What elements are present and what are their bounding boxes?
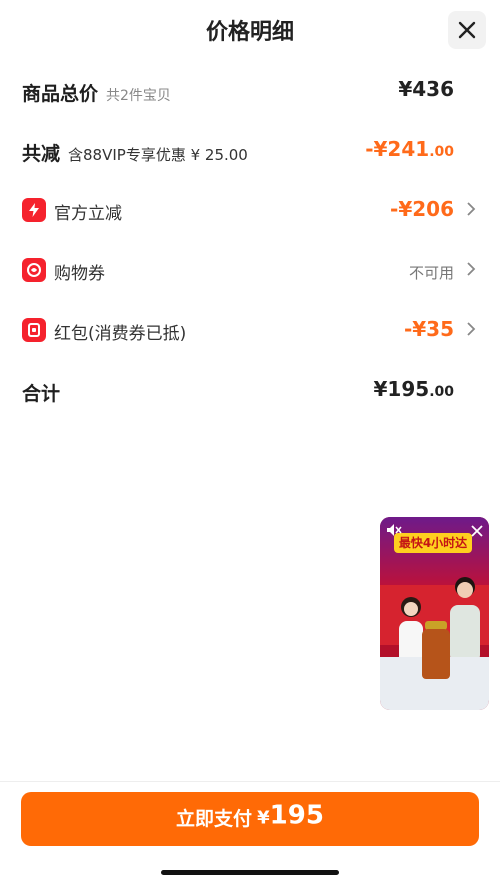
host-male-figure xyxy=(450,577,480,663)
red-packet-label: 红包(消费券已抵) xyxy=(54,324,187,344)
coupon-status: 不可用 xyxy=(408,264,454,282)
pay-currency: ¥ xyxy=(257,807,270,829)
close-button[interactable] xyxy=(448,11,486,49)
red-packet-row[interactable]: 红包(消费券已抵) -¥35 xyxy=(22,315,480,347)
official-discount-row[interactable]: 官方立减 -¥206 xyxy=(22,195,480,227)
chevron-right-icon xyxy=(467,262,476,276)
discount-total-label: 共减 含88VIP专享优惠 ¥ 25.00 xyxy=(22,143,248,165)
chevron-right-icon xyxy=(467,202,476,216)
pay-amount: 195 xyxy=(269,800,324,831)
header: 价格明细 xyxy=(0,0,500,60)
bottom-bar: 立即支付 ¥195 xyxy=(0,781,500,884)
live-video-popup[interactable]: 最快4小时达 xyxy=(380,517,489,710)
red-packet-amount: -¥35 xyxy=(403,317,454,341)
product-jar xyxy=(422,629,450,679)
product-total-row: 商品总价 共2件宝贝 ¥436 xyxy=(22,75,480,107)
item-count: 共2件宝贝 xyxy=(106,88,171,104)
grand-total-amount: ¥195.00 xyxy=(373,377,454,401)
vip-discount-note: 含88VIP专享优惠 ¥ 25.00 xyxy=(68,146,248,164)
coupon-row[interactable]: 购物券 不可用 xyxy=(22,255,480,287)
official-discount-label: 官方立减 xyxy=(54,204,122,224)
chevron-right-icon xyxy=(467,322,476,336)
home-indicator xyxy=(161,870,339,875)
pay-button-label: 立即支付 xyxy=(176,808,253,830)
product-total-label: 商品总价 共2件宝贝 xyxy=(22,83,171,105)
grand-total-row: 合计 ¥195.00 xyxy=(22,375,480,407)
mute-icon[interactable] xyxy=(386,523,402,537)
lightning-icon xyxy=(22,198,46,222)
pay-now-button[interactable]: 立即支付 ¥195 xyxy=(21,792,479,846)
close-icon xyxy=(458,21,476,39)
grand-total-label: 合计 xyxy=(22,383,61,405)
product-total-amount: ¥436 xyxy=(398,77,454,101)
discount-total-row: 共减 含88VIP专享优惠 ¥ 25.00 -¥241.00 xyxy=(22,135,480,167)
discount-total-amount: -¥241.00 xyxy=(365,137,454,161)
official-discount-amount: -¥206 xyxy=(390,197,454,221)
page-title: 价格明细 xyxy=(205,20,294,45)
coupon-icon xyxy=(22,258,46,282)
red-packet-icon xyxy=(22,318,46,342)
video-close-icon[interactable] xyxy=(471,525,483,537)
coupon-label: 购物券 xyxy=(54,264,105,284)
video-banner: 最快4小时达 xyxy=(394,533,472,553)
